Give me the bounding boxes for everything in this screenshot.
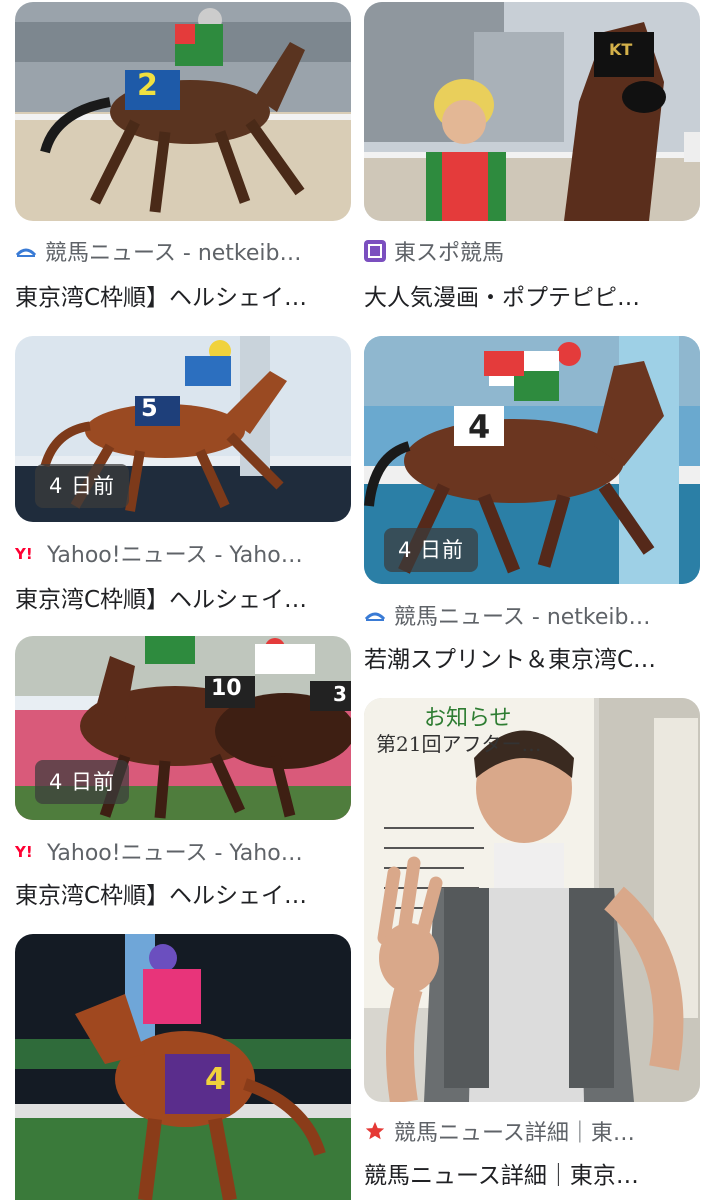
result-image[interactable]: 4	[15, 934, 351, 1200]
result-image[interactable]: 5 4 日前	[15, 336, 351, 522]
result-image[interactable]: KT	[364, 2, 700, 221]
result-source[interactable]: 競馬ニュース詳細｜東…	[364, 1116, 700, 1146]
result-source-label: 東スポ競馬	[394, 241, 505, 266]
result-source[interactable]: 競馬ニュース - netkeib…	[364, 600, 700, 630]
saddle-number: 4	[468, 408, 491, 446]
result-source-label: 競馬ニュース詳細｜東…	[394, 1121, 635, 1146]
result-title[interactable]: 東京湾C枠順】ヘルシェイ…	[15, 876, 351, 910]
result-source[interactable]: 競馬ニュース - netkeib…	[15, 236, 351, 266]
saddle-number: 4	[205, 1062, 226, 1097]
age-badge: 4 日前	[384, 528, 479, 572]
result-title[interactable]: 若潮スプリント＆東京湾C…	[364, 640, 700, 674]
svg-text:Y!: Y!	[15, 545, 33, 562]
mask-letters: KT	[609, 40, 633, 59]
result-card[interactable]: 4	[15, 934, 351, 1200]
result-card[interactable]: KT 東スポ競馬 大人気漫画・ポプテピピ…	[364, 2, 700, 312]
saddle-number: 10	[211, 676, 242, 701]
svg-text:Y!: Y!	[15, 843, 33, 860]
result-title[interactable]: 大人気漫画・ポプテピピ…	[364, 278, 700, 312]
result-source[interactable]: Y! Yahoo!ニュース - Yaho…	[15, 538, 351, 568]
result-image[interactable]: 10 3 4 日前	[15, 636, 351, 820]
star-icon	[364, 1120, 386, 1142]
netkeiba-icon	[15, 243, 37, 259]
result-card[interactable]: お知らせ 第21回アフター… 競馬ニュース詳細｜東… 競馬ニュース詳細｜東京…	[364, 698, 700, 1194]
result-source-label: Yahoo!ニュース - Yaho…	[47, 543, 303, 568]
result-title[interactable]: 競馬ニュース詳細｜東京…	[364, 1156, 700, 1190]
result-image[interactable]: 4 4 日前	[364, 336, 700, 584]
notice-title: 第21回アフター…	[376, 732, 542, 756]
tosupo-icon	[364, 240, 386, 262]
yahoo-icon: Y!	[15, 544, 39, 562]
result-title[interactable]: 東京湾C枠順】ヘルシェイ…	[15, 278, 351, 312]
result-card[interactable]: 10 3 4 日前 Y! Yahoo!ニュース - Yaho… 東京湾C枠順】ヘ…	[15, 636, 351, 911]
result-image[interactable]: お知らせ 第21回アフター…	[364, 698, 700, 1102]
saddle-number: 5	[141, 394, 158, 422]
netkeiba-icon	[364, 607, 386, 623]
result-card[interactable]: 2 競馬ニュース - netkeib… 東京湾C枠順】ヘルシェイ…	[15, 2, 351, 312]
result-card[interactable]: 5 4 日前 Y! Yahoo!ニュース - Yaho… 東京湾C枠順】ヘルシェ…	[15, 336, 351, 614]
yahoo-icon: Y!	[15, 842, 39, 860]
result-image[interactable]: 2	[15, 2, 351, 221]
result-title[interactable]: 東京湾C枠順】ヘルシェイ…	[15, 580, 351, 614]
result-source-label: Yahoo!ニュース - Yaho…	[47, 841, 303, 866]
saddle-number: 3	[333, 682, 347, 706]
saddle-number: 2	[137, 68, 158, 103]
result-source[interactable]: Y! Yahoo!ニュース - Yaho…	[15, 836, 351, 866]
result-source-label: 競馬ニュース - netkeib…	[45, 241, 302, 266]
age-badge: 4 日前	[35, 464, 130, 508]
age-badge: 4 日前	[35, 760, 130, 804]
result-card[interactable]: 4 4 日前 競馬ニュース - netkeib… 若潮スプリント＆東京湾C…	[364, 336, 700, 676]
result-source-label: 競馬ニュース - netkeib…	[394, 605, 651, 630]
result-source[interactable]: 東スポ競馬	[364, 236, 700, 266]
